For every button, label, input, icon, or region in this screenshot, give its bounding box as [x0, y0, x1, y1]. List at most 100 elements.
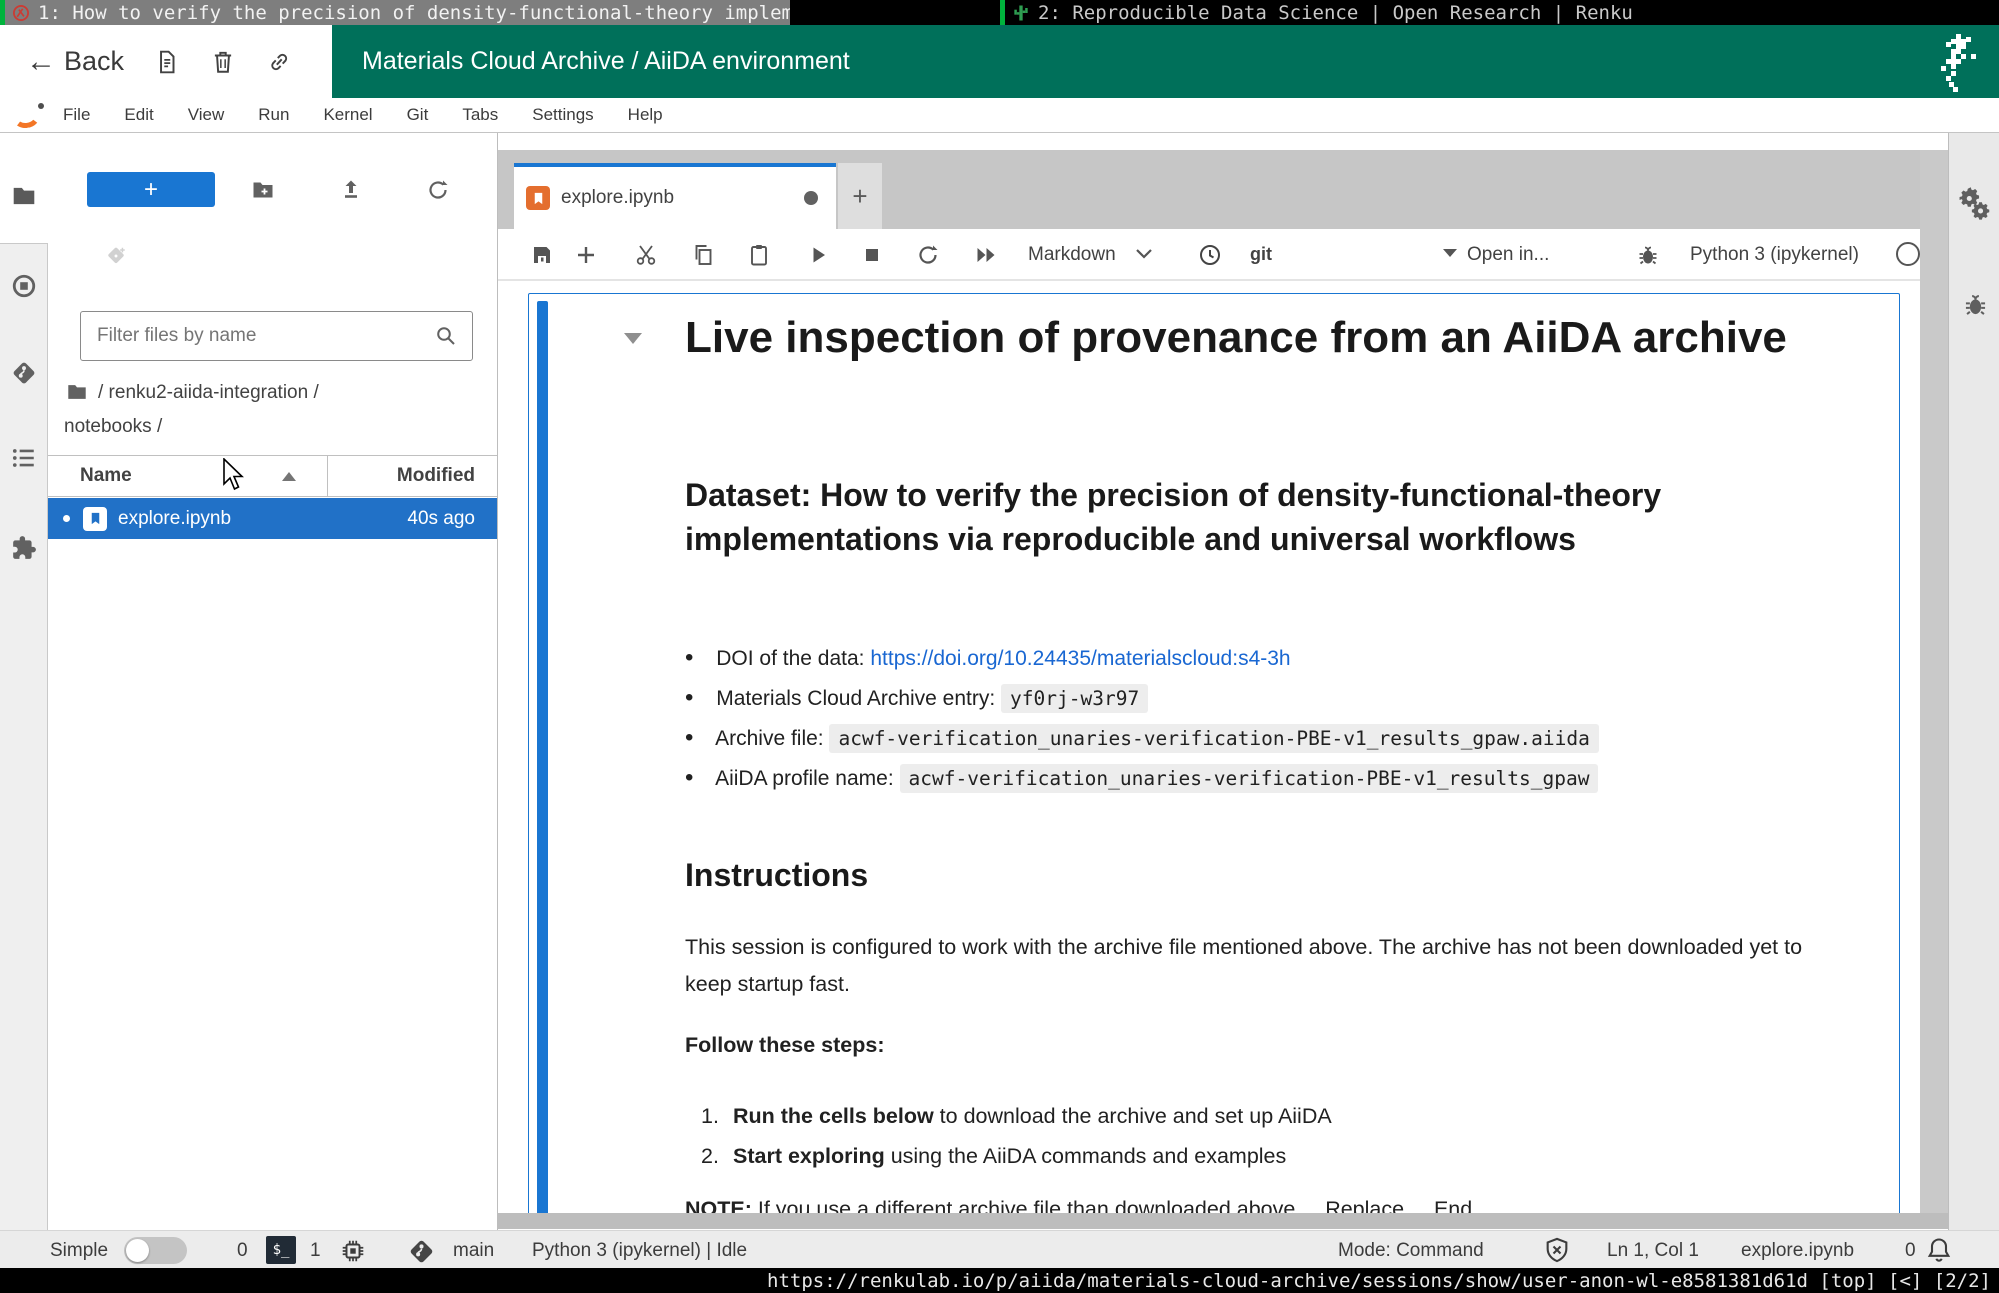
git-toolbar-label[interactable]: git	[1250, 244, 1272, 265]
document-icon[interactable]	[154, 49, 180, 75]
step-1: 1.Run the cells below to download the ar…	[701, 1096, 1332, 1136]
kernel-name[interactable]: Python 3 (ipykernel)	[1690, 244, 1859, 266]
file-list-header: Name Modified	[48, 455, 497, 497]
mode-indicator[interactable]: Mode: Command	[1338, 1238, 1484, 1264]
notification-count[interactable]: 0	[1905, 1238, 1916, 1264]
trust-shield-icon[interactable]	[1543, 1236, 1571, 1264]
copy-icon[interactable]	[691, 243, 715, 267]
unsaved-dot	[63, 515, 70, 522]
file-browser-icon[interactable]	[11, 183, 37, 209]
new-tab-button[interactable]: +	[838, 163, 882, 229]
menu-help[interactable]: Help	[611, 98, 680, 133]
property-inspector-gears-icon[interactable]	[1957, 185, 1993, 221]
column-name[interactable]: Name	[80, 465, 132, 487]
search-icon[interactable]	[434, 324, 458, 348]
git-sidebar-icon[interactable]	[11, 360, 37, 386]
instructions-paragraph: This session is configured to work with …	[685, 929, 1805, 1003]
restart-kernel-icon[interactable]	[916, 243, 940, 267]
kernel-count[interactable]: 1	[310, 1238, 321, 1264]
bell-icon[interactable]	[1925, 1236, 1953, 1264]
column-modified[interactable]: Modified	[397, 465, 475, 487]
notebook-vertical-scrollbar[interactable]	[1920, 150, 1948, 1213]
menu-edit[interactable]: Edit	[107, 98, 170, 133]
link-icon[interactable]	[266, 49, 292, 75]
extensions-puzzle-icon[interactable]	[11, 535, 37, 561]
upload-icon[interactable]	[339, 178, 363, 202]
right-sidebar	[1948, 133, 1999, 1230]
instructions-heading: Instructions	[685, 853, 1810, 897]
active-file-name[interactable]: explore.ipynb	[1741, 1238, 1854, 1264]
back-button[interactable]: ← Back	[26, 46, 124, 77]
window-tab-1[interactable]: 1: How to verify the precision of densit…	[0, 0, 790, 25]
dataset-heading: Dataset: How to verify the precision of …	[685, 473, 1810, 561]
running-sessions-icon[interactable]	[11, 273, 37, 299]
new-launcher-button[interactable]: +	[87, 172, 215, 207]
save-icon[interactable]	[530, 243, 554, 267]
menu-file[interactable]: File	[46, 98, 107, 133]
terminal-count[interactable]: 0	[237, 1238, 248, 1264]
sort-ascending-icon[interactable]	[282, 472, 296, 481]
session-title: Materials Cloud Archive / AiiDA environm…	[362, 47, 850, 76]
back-arrow-icon: ←	[26, 47, 56, 77]
notebook-toolbar: Markdown git Open in... Python 3 (ipyker…	[498, 229, 1920, 281]
notebook-file-icon	[83, 507, 107, 531]
cell-collapser-bar[interactable]	[537, 301, 548, 1213]
session-url: https://renkulab.io/p/aiida/materials-cl…	[767, 1270, 1999, 1292]
screen: 1: How to verify the precision of densit…	[0, 0, 1999, 1293]
git-branch-icon[interactable]	[408, 1238, 435, 1265]
trash-icon[interactable]	[210, 49, 236, 75]
terminal-icon[interactable]: $_	[266, 1236, 296, 1264]
notebook-tab[interactable]: explore.ipynb	[514, 163, 836, 229]
column-divider[interactable]	[327, 456, 328, 496]
menu-settings[interactable]: Settings	[515, 98, 610, 133]
breadcrumb[interactable]: / renku2-aiida-integration / notebooks /	[64, 376, 394, 444]
new-folder-icon[interactable]	[251, 178, 275, 202]
debugger-bug-icon[interactable]	[1636, 243, 1660, 267]
status-bar: Simple 0 $_ 1 main Python 3 (ipykernel) …	[0, 1230, 1999, 1268]
refresh-icon[interactable]	[426, 178, 450, 202]
file-row-selected[interactable]: explore.ipynb 40s ago	[48, 498, 497, 539]
home-folder-icon[interactable]	[64, 381, 90, 403]
history-clock-icon[interactable]	[1198, 243, 1222, 267]
open-in-dropdown[interactable]: Open in...	[1443, 244, 1549, 266]
table-of-contents-icon[interactable]	[11, 445, 37, 471]
steps-list: 1.Run the cells below to download the ar…	[701, 1096, 1332, 1176]
kernel-chip-icon[interactable]	[340, 1238, 366, 1264]
run-icon[interactable]	[806, 243, 830, 267]
stop-icon[interactable]	[860, 243, 884, 267]
cell-type-dropdown[interactable]: Markdown	[1028, 244, 1153, 266]
menu-kernel[interactable]: Kernel	[306, 98, 389, 133]
insert-cell-icon[interactable]	[574, 243, 598, 267]
window-tab-2[interactable]: 2: Reproducible Data Science | Open Rese…	[790, 0, 1999, 25]
menu-git[interactable]: Git	[390, 98, 446, 133]
caret-down-icon	[1443, 249, 1457, 257]
menu-tabs[interactable]: Tabs	[445, 98, 515, 133]
list-item: Archive file: acwf-verification_unaries-…	[685, 718, 1599, 758]
cut-icon[interactable]	[634, 243, 658, 267]
doi-link[interactable]: https://doi.org/10.24435/materialscloud:…	[870, 647, 1290, 670]
list-item: Materials Cloud Archive entry: yf0rj-w3r…	[685, 678, 1599, 718]
filter-files-input[interactable]	[81, 325, 434, 347]
follow-steps-label: Follow these steps:	[685, 1033, 885, 1058]
simple-mode-toggle[interactable]	[124, 1237, 187, 1264]
menu-view[interactable]: View	[171, 98, 242, 133]
restart-run-all-icon[interactable]	[974, 243, 998, 267]
kernel-status-circle[interactable]	[1896, 242, 1920, 266]
notebook-scroll-area[interactable]: Live inspection of provenance from an Ai…	[498, 281, 1920, 1213]
kernel-status-text[interactable]: Python 3 (ipykernel) | Idle	[532, 1238, 747, 1264]
paste-icon[interactable]	[747, 243, 771, 267]
dock-bottom-strip	[498, 1213, 1948, 1229]
list-item: DOI of the data: https://doi.org/10.2443…	[685, 638, 1599, 678]
cursor-position[interactable]: Ln 1, Col 1	[1607, 1238, 1699, 1264]
debugger-sidebar-bug-icon[interactable]	[1962, 291, 1989, 318]
clipped-note-line: NOTE: If you use a different archive fil…	[685, 1197, 1885, 1213]
unsaved-changes-dot[interactable]	[804, 191, 818, 205]
jupyter-menubar: File Edit View Run Kernel Git Tabs Setti…	[0, 98, 1999, 133]
renku-gecko-logo	[1931, 34, 1977, 92]
archive-file-code: acwf-verification_unaries-verification-P…	[829, 724, 1598, 753]
tab2-indicator	[1000, 0, 1005, 25]
heading-collapse-icon[interactable]	[624, 333, 642, 344]
menu-run[interactable]: Run	[241, 98, 306, 133]
git-branch-name[interactable]: main	[453, 1238, 494, 1264]
activity-sidebar	[0, 133, 48, 1230]
